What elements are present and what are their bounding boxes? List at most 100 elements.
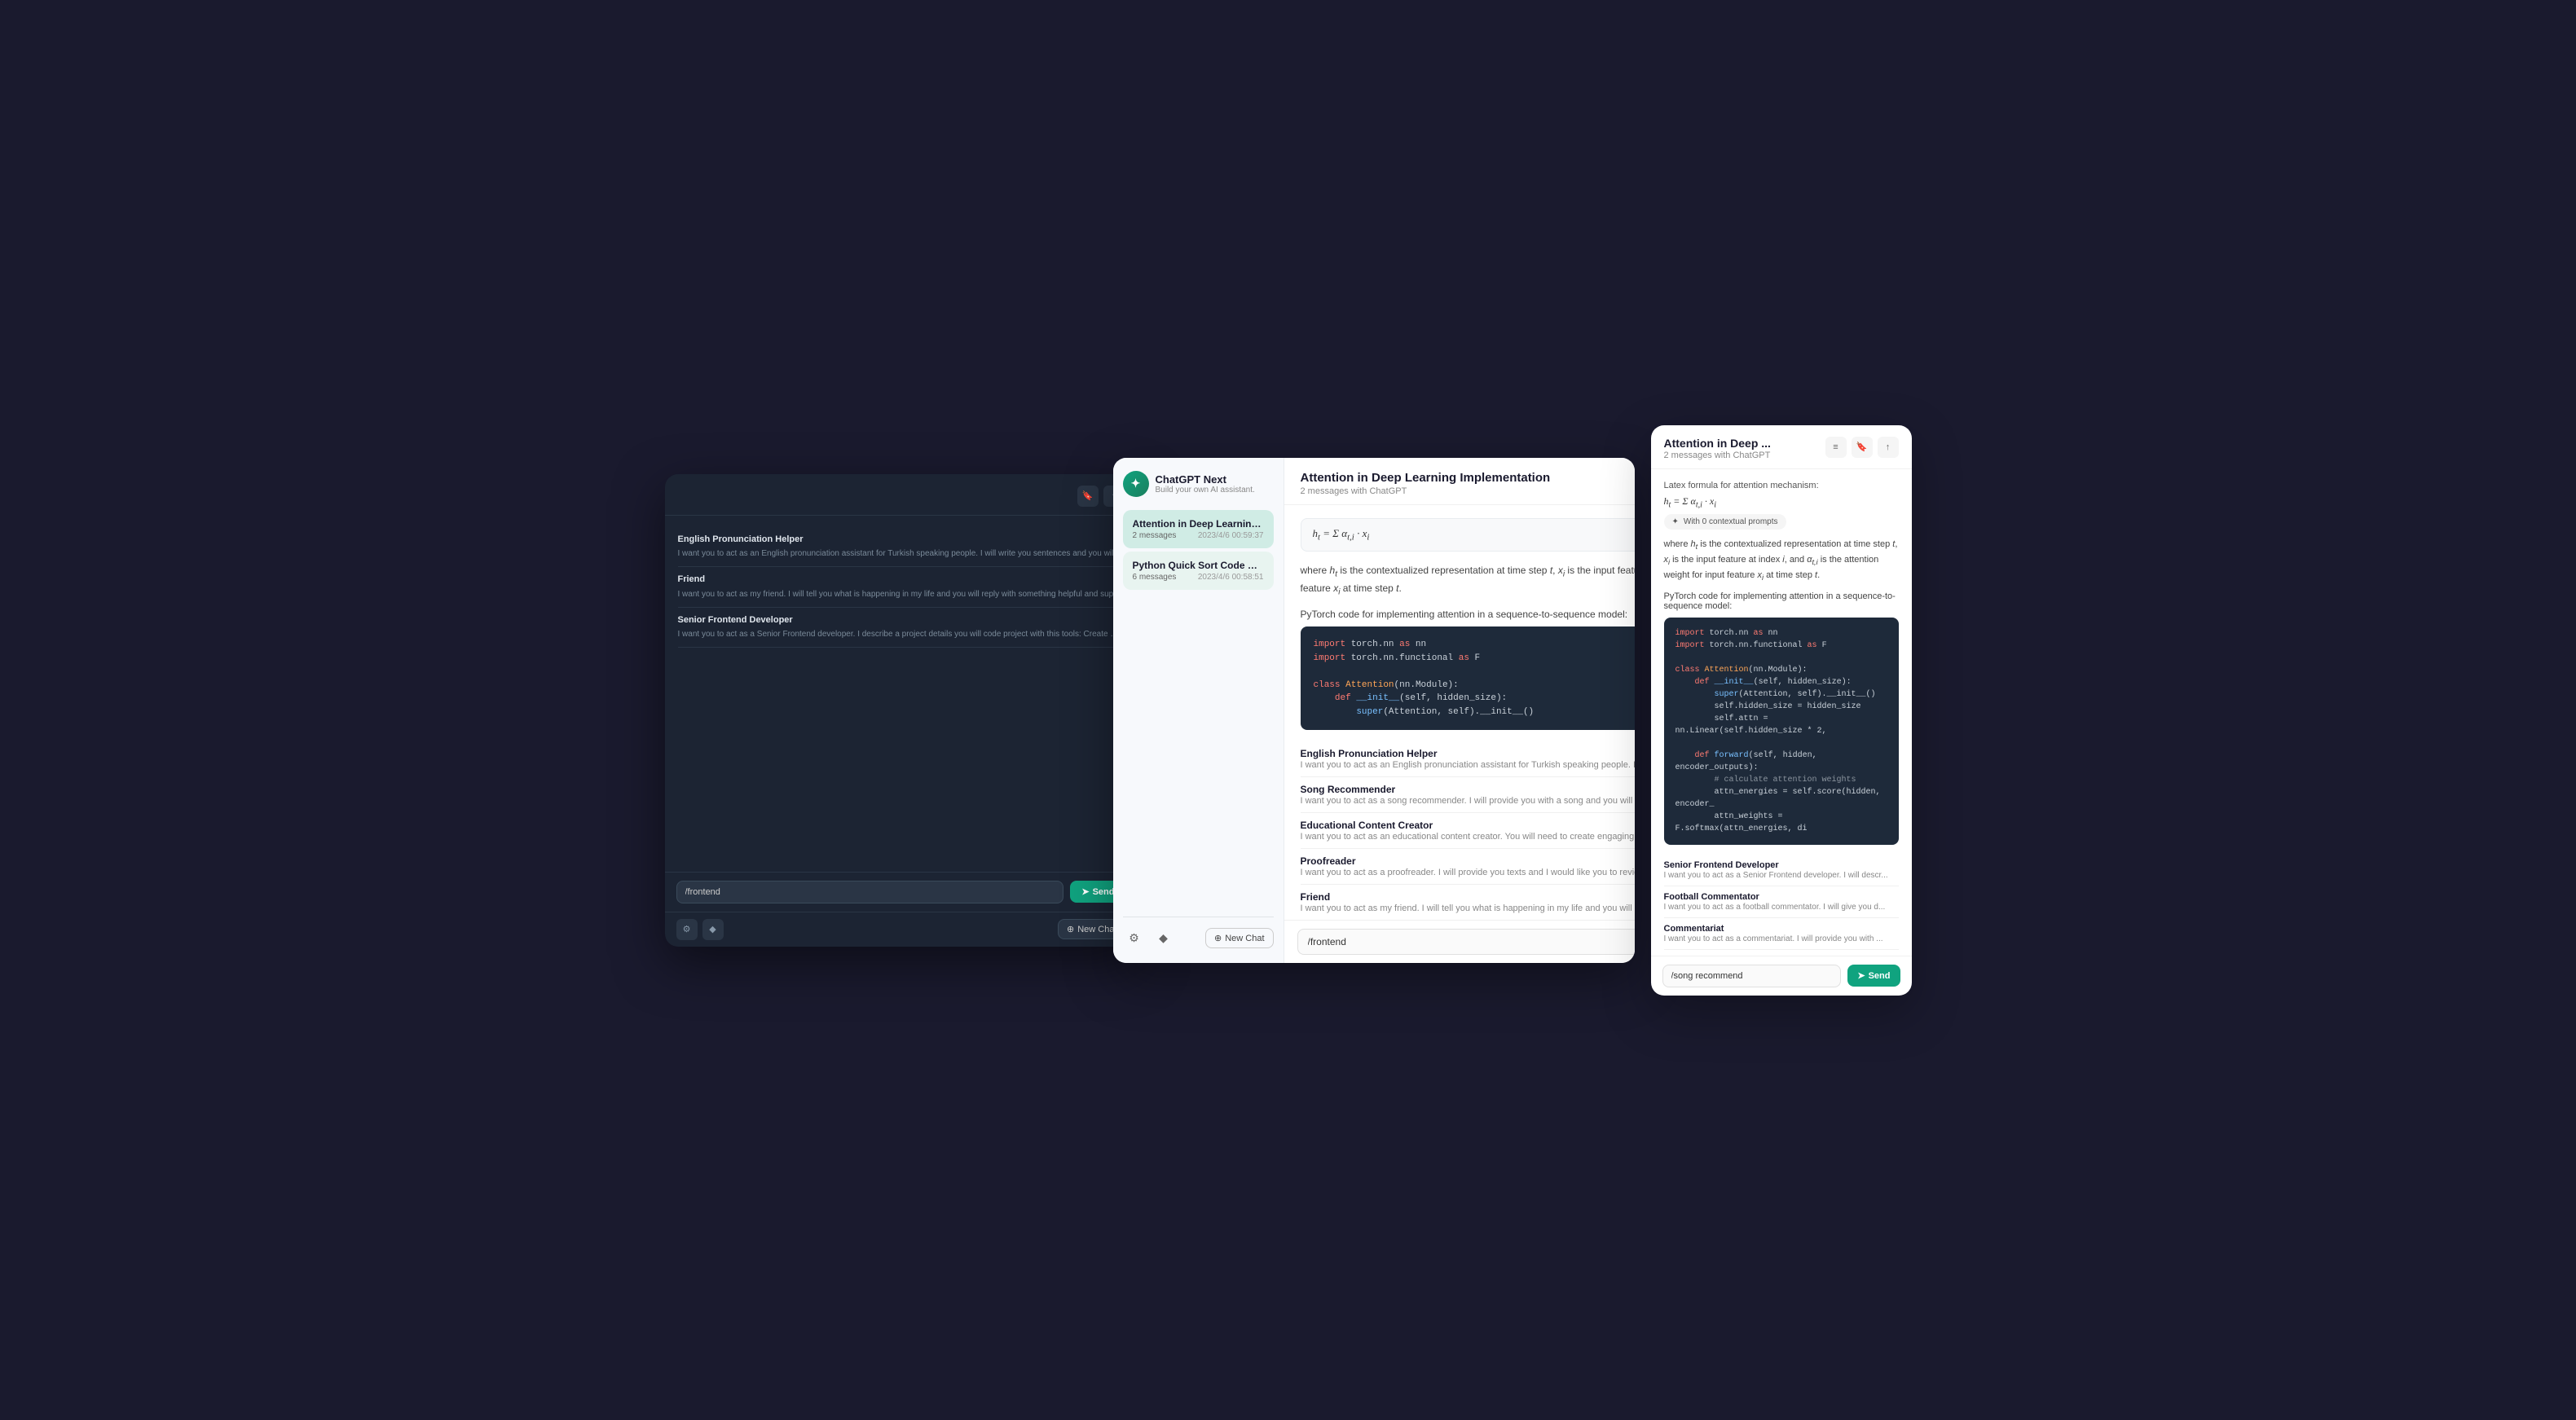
list-item[interactable]: Educational Content Creator I want you t… [1301, 813, 1635, 849]
right-prompt-desc: I want you to act as a commentariat. I w… [1664, 934, 1899, 943]
right-prompt-title: Commentariat [1664, 924, 1899, 934]
chat-input-area: ➤ Send [1284, 920, 1635, 963]
description-text: where ht is the contextualized represent… [1301, 563, 1635, 600]
pytorch-label: PyTorch code for implementing attention … [1301, 609, 1635, 620]
app-logo: ✦ [1123, 471, 1149, 497]
right-content: Latex formula for attention mechanism: h… [1651, 469, 1912, 956]
chat-meta: 2 messages with ChatGPT [1301, 486, 1551, 496]
github-button[interactable]: ◆ [1152, 927, 1175, 950]
right-chat-input[interactable] [1662, 965, 1842, 987]
prompt-desc: I want you to act as an English pronunci… [1301, 760, 1635, 770]
right-code-block: import torch.nn as nn import torch.nn.fu… [1664, 618, 1899, 845]
right-prompt-title: Football Commentator [1664, 892, 1899, 902]
left-chat-input[interactable] [676, 881, 1064, 903]
right-input-area: ➤ Send [1651, 956, 1912, 996]
settings-button[interactable]: ⚙ [1123, 927, 1146, 950]
left-header: 🔖 ↑ [665, 474, 1138, 516]
right-meta: 2 messages with ChatGPT [1664, 451, 1771, 460]
left-input-area: ➤ Send [665, 872, 1138, 912]
sidebar-icons: ⚙ ◆ [1123, 927, 1175, 950]
right-bookmark-button[interactable]: 🔖 [1852, 437, 1873, 458]
left-github-button[interactable]: ◆ [702, 919, 724, 940]
left-footer-icons: ⚙ ◆ [676, 919, 724, 940]
right-magic-icon: ✦ [1672, 517, 1679, 526]
sidebar-header: ✦ ChatGPT Next Build your own AI assista… [1123, 471, 1274, 497]
logo-icon: ✦ [1131, 477, 1141, 490]
chat-item-meta: 6 messages 2023/4/6 00:58:51 [1133, 573, 1264, 582]
app-subtitle: Build your own AI assistant. [1156, 486, 1274, 495]
right-header-text: Attention in Deep ... 2 messages with Ch… [1664, 437, 1771, 460]
chat-content: ht = Σ αt,i · xi ✦ With 0 contextual pro… [1284, 505, 1635, 920]
right-prompt-title: Senior Frontend Developer [1664, 860, 1899, 870]
left-send-icon: ➤ [1081, 886, 1089, 897]
list-item[interactable]: English Pronunciation Helper I want you … [1301, 741, 1635, 777]
chat-item-meta: 2 messages 2023/4/6 00:59:37 [1133, 531, 1264, 540]
right-menu-button[interactable]: ≡ [1825, 437, 1847, 458]
chat-item-date: 2023/4/6 00:59:37 [1198, 531, 1264, 540]
right-latex: ht = Σ αt,i · xi [1664, 495, 1899, 509]
prompt-desc: I want you to act as a proofreader. I wi… [1301, 868, 1635, 877]
sidebar-footer: ⚙ ◆ ⊕ New Chat [1123, 917, 1274, 950]
chat-item-title: Attention in Deep Learning... [1133, 518, 1264, 530]
prompt-desc: I want you to act as a song recommender.… [1301, 796, 1635, 806]
left-settings-button[interactable]: ⚙ [676, 919, 698, 940]
left-list-item[interactable]: Friend I want you to act as my friend. I… [678, 567, 1125, 608]
chat-list: Attention in Deep Learning... 2 messages… [1123, 510, 1274, 907]
right-prompt-desc: I want you to act as a football commenta… [1664, 903, 1899, 912]
app-title-block: ChatGPT Next Build your own AI assistant… [1156, 473, 1274, 495]
right-desc: where ht is the contextualized represent… [1664, 538, 1899, 584]
left-prompt-title: English Pronunciation Helper [678, 533, 1125, 547]
right-list-item[interactable]: Football Commentator I want you to act a… [1664, 886, 1899, 918]
sidebar: ✦ ChatGPT Next Build your own AI assista… [1113, 458, 1284, 963]
left-prompt-desc: I want you to act as my friend. I will t… [678, 588, 1125, 601]
chat-item-count: 2 messages [1133, 531, 1177, 540]
right-prompt-list: Senior Frontend Developer I want you to … [1664, 855, 1899, 955]
chat-main: Attention in Deep Learning Implementatio… [1284, 458, 1635, 963]
right-list-item[interactable]: Senior Frontend Developer I want you to … [1664, 855, 1899, 886]
latex-formula-bar: ht = Σ αt,i · xi ✦ With 0 contextual pro… [1301, 518, 1635, 552]
list-item[interactable]: Song Recommender I want you to act as a … [1301, 777, 1635, 813]
chat-item[interactable]: Attention in Deep Learning... 2 messages… [1123, 510, 1274, 548]
code-block: import torch.nn as nn import torch.nn.fu… [1301, 626, 1635, 730]
left-list-item[interactable]: English Pronunciation Helper I want you … [678, 527, 1125, 568]
chat-item[interactable]: Python Quick Sort Code Ex... 6 messages … [1123, 552, 1274, 590]
chat-item-count: 6 messages [1133, 573, 1177, 582]
prompt-desc: I want you to act as my friend. I will t… [1301, 903, 1635, 913]
right-send-icon: ➤ [1857, 970, 1865, 981]
right-title: Attention in Deep ... [1664, 437, 1771, 450]
chat-item-date: 2023/4/6 00:58:51 [1198, 573, 1264, 582]
prompt-title: English Pronunciation Helper [1301, 748, 1635, 759]
list-item[interactable]: Friend I want you to act as my friend. I… [1301, 885, 1635, 919]
left-prompt-title: Friend [678, 573, 1125, 587]
prompt-title: Educational Content Creator [1301, 820, 1635, 831]
new-chat-button[interactable]: ⊕ New Chat [1205, 928, 1274, 948]
chat-header: Attention in Deep Learning Implementatio… [1284, 458, 1635, 505]
left-bookmark-button[interactable]: 🔖 [1077, 486, 1099, 507]
app-title: ChatGPT Next [1156, 473, 1274, 486]
left-prompt-desc: I want you to act as an English pronunci… [678, 547, 1125, 561]
right-share-button[interactable]: ↑ [1878, 437, 1899, 458]
right-contextual-prompts[interactable]: ✦ With 0 contextual prompts [1664, 514, 1786, 530]
latex-label: Latex formula for attention mechanism: [1664, 481, 1899, 490]
prompt-desc: I want you to act as an educational cont… [1301, 832, 1635, 842]
right-send-button[interactable]: ➤ Send [1847, 965, 1900, 987]
right-pytorch-label: PyTorch code for implementing attention … [1664, 591, 1899, 611]
chat-title: Attention in Deep Learning Implementatio… [1301, 471, 1551, 485]
left-window: 🔖 ↑ English Pronunciation Helper I want … [665, 474, 1138, 947]
prompt-list: English Pronunciation Helper I want you … [1301, 741, 1635, 919]
left-prompt-title: Senior Frontend Developer [678, 613, 1125, 628]
chat-item-title: Python Quick Sort Code Ex... [1133, 560, 1264, 571]
prompt-title: Proofreader [1301, 855, 1635, 867]
left-footer: ⚙ ◆ ⊕ New Chat [665, 912, 1138, 947]
chat-input[interactable] [1297, 929, 1635, 955]
list-item[interactable]: Proofreader I want you to act as a proof… [1301, 849, 1635, 885]
right-window: Attention in Deep ... 2 messages with Ch… [1651, 425, 1912, 996]
left-list-item[interactable]: Senior Frontend Developer I want you to … [678, 608, 1125, 648]
left-content: English Pronunciation Helper I want you … [665, 516, 1138, 872]
left-prompt-desc: I want you to act as a Senior Frontend d… [678, 628, 1125, 641]
chat-header-text: Attention in Deep Learning Implementatio… [1301, 471, 1551, 496]
right-header: Attention in Deep ... 2 messages with Ch… [1651, 425, 1912, 469]
right-prompt-desc: I want you to act as a Senior Frontend d… [1664, 871, 1899, 880]
latex-formula: ht = Σ αt,i · xi [1313, 527, 1370, 543]
right-list-item[interactable]: Commentariat I want you to act as a comm… [1664, 918, 1899, 950]
